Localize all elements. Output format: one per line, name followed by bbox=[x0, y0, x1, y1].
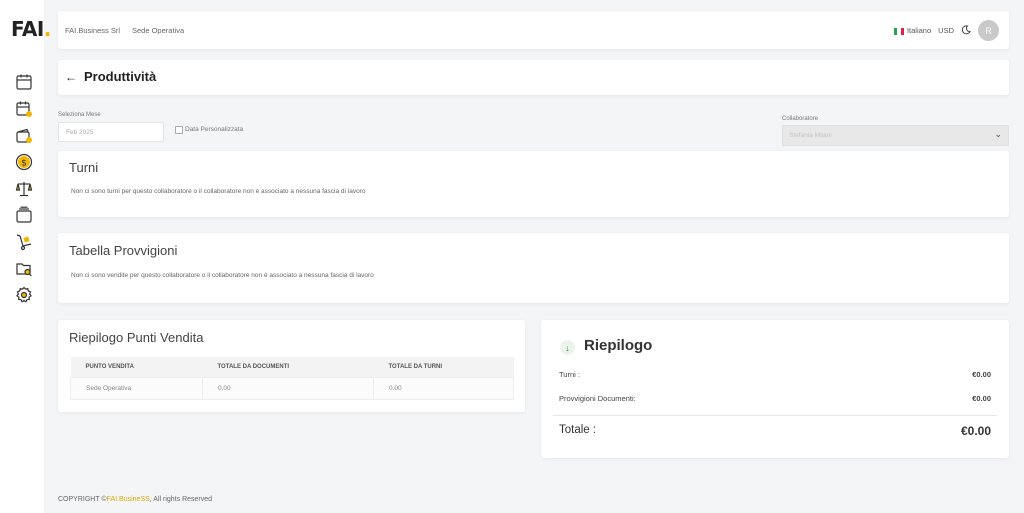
table-row: Sede Operativa 0.00 0.00 bbox=[70, 376, 514, 400]
table-cell: Sede Operativa bbox=[70, 376, 203, 400]
company-name[interactable]: FAI.Business Srl bbox=[65, 26, 120, 35]
dollar-coin-icon[interactable]: $ bbox=[15, 153, 33, 171]
provvigioni-summary-label: Provvigioni Documenti: bbox=[559, 394, 636, 403]
turni-title: Turni bbox=[69, 160, 99, 175]
page-title: Produttività bbox=[84, 69, 157, 84]
footer-brand-link[interactable]: FAI.BusineSS bbox=[107, 496, 150, 503]
top-header: FAI.Business Srl Sede Operativa Italiano… bbox=[58, 11, 1009, 49]
summary-divider bbox=[553, 415, 997, 416]
collaborator-select[interactable]: Stefania Milani ⌄ bbox=[782, 125, 1009, 146]
riepilogo-title: Riepilogo bbox=[584, 337, 653, 354]
layers-icon[interactable] bbox=[15, 206, 33, 224]
italy-flag-icon bbox=[893, 27, 904, 35]
turni-empty-message: Non ci sono turni per questo collaborato… bbox=[71, 188, 366, 195]
column-header: TOTALE DA DOCUMENTI bbox=[202, 357, 374, 377]
calendar-icon[interactable] bbox=[15, 73, 33, 91]
total-label: Totale : bbox=[559, 424, 597, 436]
user-avatar[interactable]: R bbox=[978, 20, 999, 41]
table-cell: 0.00 bbox=[202, 376, 374, 400]
collaborator-label: Collaboratore bbox=[782, 116, 819, 122]
settings-gear-icon[interactable] bbox=[15, 286, 33, 304]
hand-truck-icon[interactable] bbox=[15, 233, 33, 251]
balance-scale-icon[interactable] bbox=[15, 180, 33, 198]
dark-mode-moon-icon[interactable] bbox=[961, 24, 971, 37]
arrow-down-icon: ↓ bbox=[560, 340, 575, 355]
provvigioni-section: Tabella Provvigioni Non ci sono vendite … bbox=[58, 233, 1009, 303]
calendar-check-icon[interactable] bbox=[15, 100, 33, 118]
turni-summary-label: Turni : bbox=[559, 370, 580, 379]
table-cell: 0.00 bbox=[373, 376, 514, 400]
total-value: €0.00 bbox=[960, 424, 991, 438]
wallet-icon[interactable] bbox=[15, 127, 33, 145]
language-selector[interactable]: Italiano bbox=[893, 26, 931, 35]
month-label: Seleziona Mese bbox=[58, 112, 101, 118]
turni-summary-value: €0.00 bbox=[972, 370, 991, 379]
sidebar: FAI. $ bbox=[0, 0, 51, 513]
svg-text:$: $ bbox=[21, 159, 27, 169]
month-input[interactable]: Feb 2025 bbox=[58, 122, 164, 142]
provvigioni-empty-message: Non ci sono vendite per questo collabora… bbox=[71, 272, 374, 279]
location-name[interactable]: Sede Operativa bbox=[132, 26, 184, 35]
app-logo[interactable]: FAI. bbox=[11, 17, 51, 41]
custom-date-label: Data Personalizzata bbox=[185, 126, 244, 133]
provvigioni-summary-value: €0.00 bbox=[972, 394, 991, 403]
column-header: TOTALE DA TURNI bbox=[373, 357, 514, 377]
summary-row-provvigioni: Provvigioni Documenti: €0.00 bbox=[559, 394, 991, 403]
page-header: ← Produttività bbox=[58, 60, 1009, 95]
turni-section: Turni Non ci sono turni per questo colla… bbox=[58, 151, 1009, 217]
punti-vendita-table: PUNTO VENDITA TOTALE DA DOCUMENTI TOTALE… bbox=[70, 357, 514, 400]
provvigioni-title: Tabella Provvigioni bbox=[69, 243, 178, 258]
column-header: PUNTO VENDITA bbox=[70, 357, 203, 377]
summary-total-row: Totale : €0.00 bbox=[559, 424, 991, 438]
riepilogo-punti-title: Riepilogo Punti Vendita bbox=[69, 330, 204, 345]
summary-row-turni: Turni : €0.00 bbox=[559, 370, 991, 379]
back-arrow-icon[interactable]: ← bbox=[65, 70, 77, 84]
custom-date-checkbox[interactable] bbox=[175, 126, 183, 134]
currency-selector[interactable]: USD bbox=[938, 26, 954, 35]
chevron-down-icon: ⌄ bbox=[994, 129, 1002, 139]
riepilogo-punti-section: Riepilogo Punti Vendita PUNTO VENDITA TO… bbox=[58, 320, 525, 412]
collaborator-value: Stefania Milani bbox=[789, 132, 832, 139]
folder-search-icon[interactable] bbox=[15, 260, 33, 278]
footer-copyright: COPYRIGHT ©FAI.BusineSS, All rights Rese… bbox=[58, 496, 213, 503]
riepilogo-summary-card: ↓ Riepilogo Turni : €0.00 Provvigioni Do… bbox=[541, 320, 1009, 458]
